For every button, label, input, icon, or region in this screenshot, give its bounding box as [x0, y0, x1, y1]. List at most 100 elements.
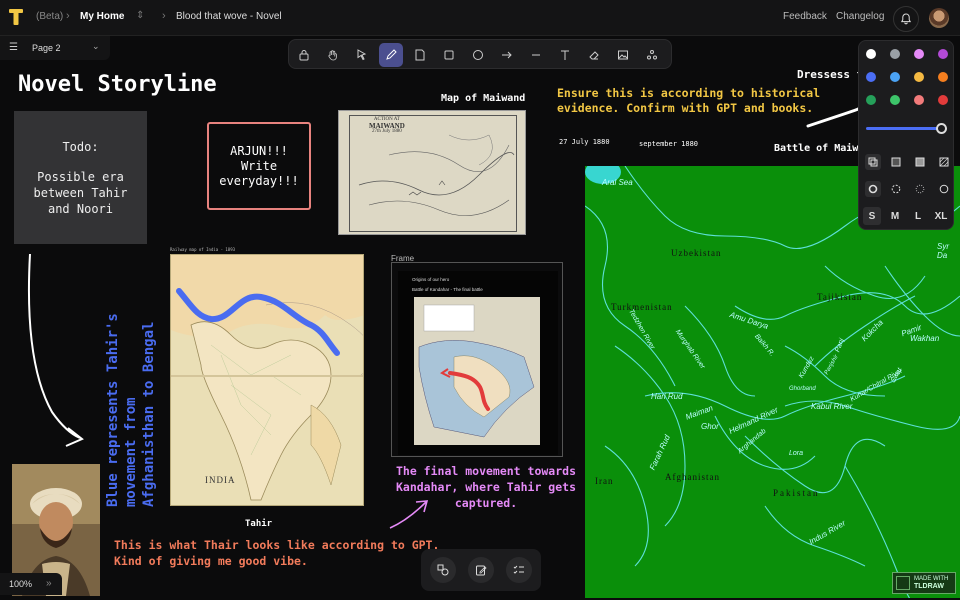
breadcrumb-home[interactable]: My Home [80, 11, 124, 22]
map-label: Kabul River [811, 402, 853, 411]
color-swatch[interactable] [890, 95, 900, 105]
todo-line: Possible era [37, 170, 124, 184]
chevron-right-icon: › [66, 10, 70, 22]
note-line: This is what Thair looks like according … [114, 538, 440, 552]
note-line: The final movement towards [395, 464, 576, 478]
line-icon[interactable] [524, 43, 548, 67]
size-l-button[interactable]: L [908, 211, 928, 222]
pencil-icon[interactable] [379, 43, 403, 67]
fill-none-icon[interactable] [868, 157, 878, 167]
map-label: Ghor [701, 422, 719, 431]
map-label: Afghanistan [665, 472, 720, 482]
color-swatch[interactable] [890, 49, 900, 59]
page-selector[interactable]: ☰ Page 2 ⌄ [0, 36, 110, 60]
color-swatch[interactable] [914, 49, 924, 59]
eraser-icon[interactable] [582, 43, 606, 67]
historical-evidence-note[interactable]: Ensure this is according to historical e… [557, 86, 820, 116]
text-icon[interactable] [553, 43, 577, 67]
fill-solid-icon[interactable] [915, 157, 925, 167]
zoom-level: 100% [9, 579, 33, 589]
page-title: Novel Storyline [18, 72, 217, 97]
color-swatch[interactable] [866, 95, 876, 105]
color-swatch[interactable] [938, 95, 948, 105]
dash-solid-icon[interactable] [939, 184, 949, 194]
map-label: Lora [789, 450, 804, 457]
white-arrow[interactable] [22, 252, 90, 448]
feedback-link[interactable]: Feedback [783, 11, 827, 22]
note-line: Kind of giving me good vibe. [114, 554, 308, 568]
map-label: Turkmenistan [611, 302, 673, 312]
bell-icon [900, 13, 912, 25]
hand-icon[interactable] [321, 43, 345, 67]
note-line: Write [240, 159, 278, 173]
fill-pattern-icon[interactable] [939, 157, 949, 167]
changelog-link[interactable]: Changelog [836, 11, 884, 22]
checklist-icon[interactable] [506, 557, 532, 583]
image-icon[interactable] [611, 43, 635, 67]
story-frame[interactable]: Origins of our hero Battle of Kandahar -… [391, 262, 563, 457]
gpt-looks-note[interactable]: This is what Thair looks like according … [114, 537, 439, 569]
todo-note[interactable]: Todo: Possible era between Tahir and Noo… [14, 111, 147, 244]
ellipse-icon[interactable] [466, 43, 490, 67]
expand-icon[interactable]: » [46, 578, 52, 589]
map-label: Iran [595, 476, 614, 486]
india-map-sketch [171, 255, 363, 505]
dash-dotted-icon[interactable] [915, 184, 925, 194]
map-label: Aral Sea [602, 178, 633, 187]
color-swatch[interactable] [866, 49, 876, 59]
note-line: movement from [123, 397, 139, 507]
bottom-toolbar [421, 549, 541, 591]
tldraw-logo-icon[interactable] [8, 8, 24, 26]
dash-dashed-icon[interactable] [891, 184, 901, 194]
size-s-button[interactable]: S [862, 211, 882, 222]
tahir-movement-note[interactable]: Blue represents Tahir's movement from Af… [104, 313, 158, 507]
lock-icon[interactable] [292, 43, 316, 67]
map-label: Uzbekistan [671, 248, 722, 258]
maiwand-map-image[interactable]: ACTION AT MAIWAND 27th July 1880 [338, 110, 526, 235]
white-scribble [806, 106, 862, 128]
color-swatch[interactable] [866, 72, 876, 82]
made-with-tldraw-badge[interactable]: MADE WITH TLDRAW [892, 572, 956, 594]
color-swatch[interactable] [938, 49, 948, 59]
page-name: Page 2 [32, 43, 61, 53]
date-label: 27 July 1880 [559, 138, 610, 146]
afghanistan-river-map[interactable]: Aral Sea Uzbekistan Tajikistan Turkmenis… [585, 166, 960, 598]
arrow-icon[interactable] [495, 43, 519, 67]
edit-note-icon[interactable] [468, 557, 494, 583]
fill-semi-icon[interactable] [891, 157, 901, 167]
switch-icon[interactable]: ⇕ [136, 10, 144, 21]
note-icon[interactable] [408, 43, 432, 67]
rectangle-icon[interactable] [437, 43, 461, 67]
frame-line: Battle of Kandahar - The final battle [412, 287, 483, 292]
railway-map-label: Railway map of India - 1893 [170, 247, 236, 252]
india-railway-map-image[interactable]: INDIA [170, 254, 364, 506]
note-line: evidence. Confirm with GPT and books. [557, 101, 814, 115]
more-icon[interactable] [640, 43, 664, 67]
shapes-icon[interactable] [430, 557, 456, 583]
note-line: Kandahar, where Tahir gets [395, 480, 576, 494]
size-xl-button[interactable]: XL [931, 211, 951, 222]
frame-line: Origins of our hero [412, 277, 450, 282]
arjun-reminder-note[interactable]: ARJUN!!! Write everyday!!! [207, 122, 311, 210]
document-title[interactable]: Blood that wove - Novel [176, 11, 282, 22]
color-swatch[interactable] [914, 72, 924, 82]
tahir-caption: Tahir [245, 519, 273, 529]
opacity-slider-handle[interactable] [936, 123, 947, 134]
note-line: everyday!!! [219, 174, 299, 188]
chevron-down-icon: ⌄ [92, 41, 100, 51]
date-label: september 1880 [639, 140, 699, 148]
color-swatch[interactable] [938, 72, 948, 82]
select-icon[interactable] [350, 43, 374, 67]
opacity-slider[interactable] [866, 127, 946, 130]
maiwand-map-title: Map of Maiwand [441, 93, 526, 104]
zoom-control[interactable]: 100% » [0, 573, 62, 595]
user-avatar[interactable] [929, 8, 949, 28]
battle-label: Battle of Maiw [774, 143, 859, 154]
notifications-button[interactable] [893, 6, 919, 32]
menu-icon[interactable]: ☰ [9, 42, 18, 53]
violet-arrow[interactable] [386, 496, 434, 532]
color-swatch[interactable] [914, 95, 924, 105]
dash-draw-icon[interactable] [868, 184, 878, 194]
color-swatch[interactable] [890, 72, 900, 82]
size-m-button[interactable]: M [885, 211, 905, 222]
